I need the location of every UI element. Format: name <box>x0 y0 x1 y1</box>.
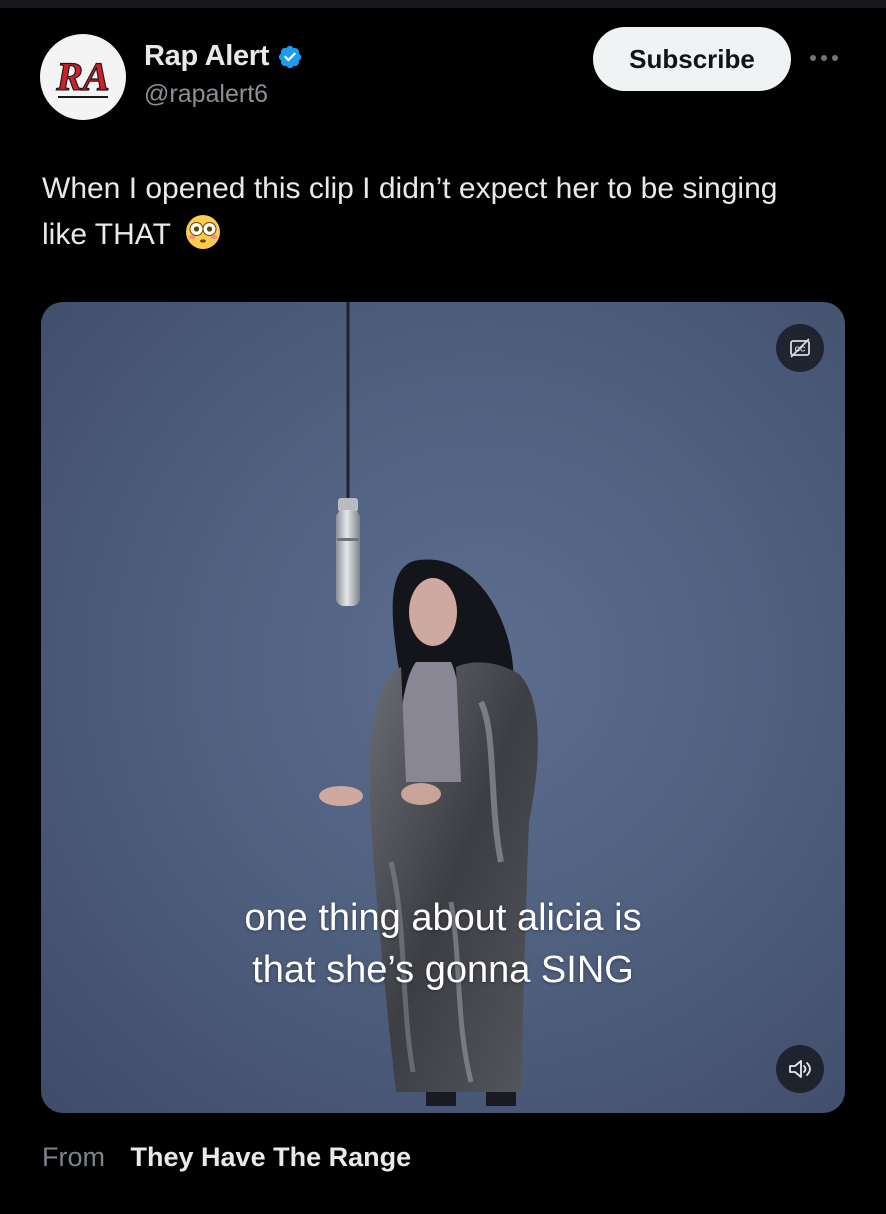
from-label: From <box>42 1142 105 1172</box>
account-handle[interactable]: @rapalert6 <box>144 80 268 109</box>
video-player[interactable]: CC one thing about alicia is that she’s … <box>41 302 845 1113</box>
video-caption: one thing about alicia is that she’s gon… <box>41 892 845 996</box>
caption-line-1: one thing about alicia is <box>244 897 642 939</box>
status-strip <box>0 0 886 8</box>
volume-button[interactable] <box>776 1045 824 1093</box>
subscribe-button[interactable]: Subscribe <box>593 27 791 91</box>
svg-text:RA: RA <box>55 54 109 99</box>
source-attribution: From They Have The Range <box>42 1142 411 1173</box>
volume-icon <box>789 1060 811 1078</box>
source-link[interactable]: They Have The Range <box>131 1142 412 1172</box>
tweet-body: When I opened this clip I didn’t expect … <box>42 172 778 251</box>
avatar[interactable]: RA <box>40 34 126 120</box>
account-name-row[interactable]: Rap Alert <box>144 40 303 73</box>
closed-captions-button[interactable]: CC <box>776 324 824 372</box>
caption-line-2: that she’s gonna SING <box>252 949 634 991</box>
rap-alert-logo: RA <box>55 53 111 99</box>
verified-badge-icon <box>279 45 302 68</box>
flushed-face-emoji-icon <box>185 215 220 249</box>
account-name[interactable]: Rap Alert <box>144 40 269 73</box>
tweet-text: When I opened this clip I didn’t expect … <box>42 166 822 258</box>
more-horizontal-icon[interactable] <box>810 48 844 68</box>
closed-captions-icon: CC <box>790 338 810 358</box>
